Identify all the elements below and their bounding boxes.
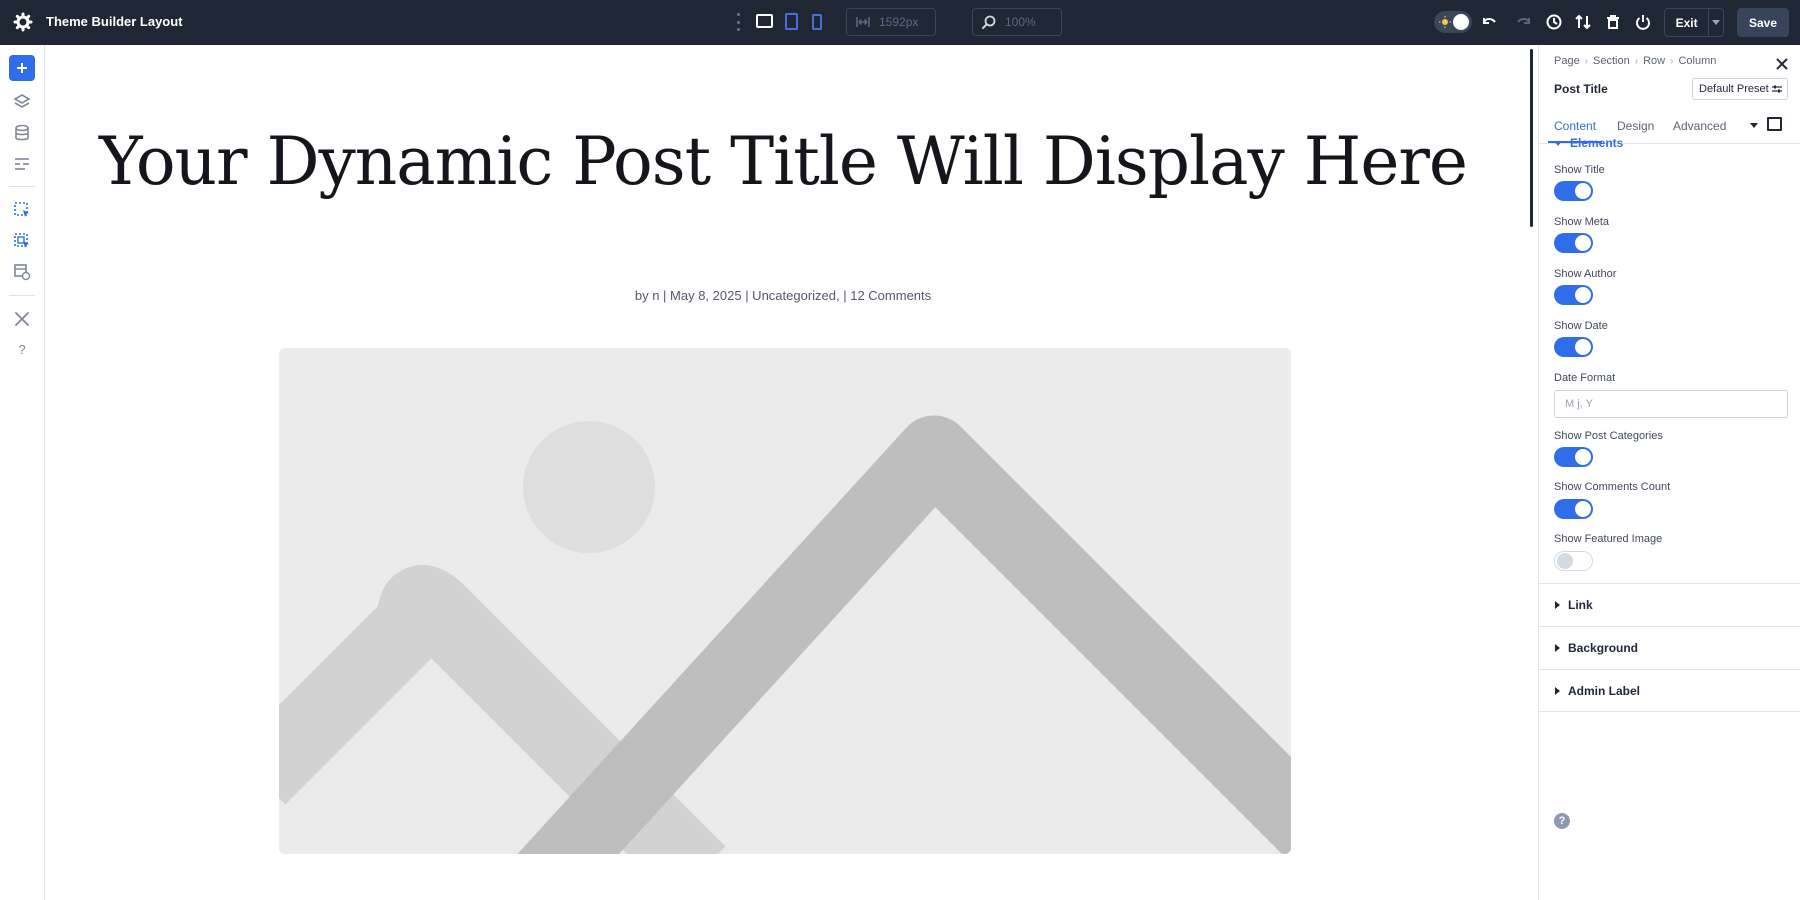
rail-divider [9,295,35,296]
phone-icon[interactable] [812,14,822,30]
close-icon[interactable] [1775,57,1789,71]
chevron-down-icon[interactable] [1749,120,1759,130]
show-author-label: Show Author [1554,268,1616,280]
show-comments-count-label: Show Comments Count [1554,481,1670,493]
header-template-icon[interactable] [12,200,32,220]
show-post-categories-toggle[interactable] [1554,447,1593,467]
width-field[interactable]: 1592px [846,8,936,36]
exit-button[interactable]: Exit [1664,8,1724,37]
elements-group-label: Elements [1570,136,1623,150]
sliders-icon [1772,84,1782,94]
date-format-input[interactable] [1554,390,1788,418]
breadcrumb-page[interactable]: Page [1554,55,1580,67]
breadcrumb-row[interactable]: Row [1643,55,1665,67]
elements-group-header[interactable]: Elements [1554,136,1623,150]
undo-icon[interactable] [1481,13,1499,31]
canvas-scrollbar[interactable] [1530,49,1533,227]
admin-label-group[interactable]: Admin Label [1539,669,1800,712]
app-title: Theme Builder Layout [46,14,183,29]
builder-canvas: Your Dynamic Post Title Will Display Her… [45,45,1537,900]
tab-design[interactable]: Design [1617,119,1654,133]
rail-divider [9,186,35,187]
kebab-icon[interactable] [736,13,740,31]
caret-right-icon [1555,644,1560,652]
chevron-down-icon [1712,20,1720,25]
desktop-icon[interactable] [756,14,773,28]
zoom-field[interactable]: 100% [972,8,1062,36]
show-date-toggle[interactable] [1554,337,1593,357]
preset-button[interactable]: Default Preset [1692,78,1788,100]
show-date-label: Show Date [1554,320,1608,332]
breadcrumb-section[interactable]: Section [1593,55,1630,67]
link-group[interactable]: Link [1539,583,1800,626]
show-title-label: Show Title [1554,164,1605,176]
help-icon[interactable]: ? [1554,813,1570,829]
width-icon [855,14,871,30]
caret-right-icon [1555,687,1560,695]
post-title-heading[interactable]: Your Dynamic Post Title Will Display Her… [45,123,1521,201]
add-module-button[interactable] [9,55,35,81]
module-title: Post Title [1554,82,1608,96]
show-meta-label: Show Meta [1554,216,1609,228]
caret-right-icon [1555,601,1560,609]
link-group-label: Link [1568,598,1593,612]
save-button[interactable]: Save [1737,8,1789,37]
background-group-label: Background [1568,641,1638,655]
date-format-label: Date Format [1554,372,1615,384]
caret-down-icon [1554,141,1562,146]
top-toolbar: Theme Builder Layout 1592px 100% [0,0,1800,45]
history-icon[interactable] [1545,13,1563,31]
show-meta-toggle[interactable] [1554,233,1593,253]
state-square-icon[interactable] [1767,117,1782,131]
preset-label: Default Preset [1699,83,1769,95]
breadcrumb-column[interactable]: Column [1678,55,1716,67]
layers-icon[interactable] [12,92,32,112]
settings-panel: Page› Section› Row› Column Post Title De… [1538,45,1800,900]
power-icon[interactable] [1634,13,1652,31]
gear-icon[interactable] [13,12,33,32]
help-icon[interactable]: ? [12,339,32,359]
post-meta-line: by n | May 8, 2025 | Uncategorized, | 12… [45,288,1521,303]
sun-icon [1439,16,1451,28]
tools-icon[interactable] [12,309,32,329]
theme-toggle-knob [1453,14,1469,30]
show-comments-count-toggle[interactable] [1554,499,1593,519]
admin-label-group-label: Admin Label [1568,684,1640,698]
body-template-icon[interactable] [12,231,32,251]
database-icon[interactable] [12,123,32,143]
left-rail: ? [0,45,45,900]
show-title-toggle[interactable] [1554,181,1593,201]
exit-dropdown[interactable] [1708,9,1723,36]
image-placeholder-icon [279,348,1291,854]
width-value: 1592px [879,15,918,29]
svg-text:?: ? [18,342,25,357]
tablet-icon[interactable] [785,13,798,30]
zoom-value: 100% [1005,15,1036,29]
sort-icon[interactable] [1574,13,1592,31]
tab-advanced[interactable]: Advanced [1673,119,1726,133]
sliders-icon[interactable] [12,154,32,174]
zoom-icon [981,14,997,30]
exit-label: Exit [1665,16,1708,30]
plus-icon [16,62,28,74]
show-featured-image-label: Show Featured Image [1554,533,1662,545]
show-featured-image-toggle[interactable] [1554,551,1593,571]
redo-icon[interactable] [1514,13,1532,31]
theme-toggle[interactable] [1434,11,1472,33]
show-author-toggle[interactable] [1554,285,1593,305]
trash-icon[interactable] [1604,13,1622,31]
breadcrumb: Page› Section› Row› Column [1554,55,1716,67]
tab-content[interactable]: Content [1554,119,1596,133]
footer-template-icon[interactable] [12,262,32,282]
featured-image-placeholder[interactable] [279,348,1291,854]
background-group[interactable]: Background [1539,626,1800,669]
show-post-categories-label: Show Post Categories [1554,430,1663,442]
